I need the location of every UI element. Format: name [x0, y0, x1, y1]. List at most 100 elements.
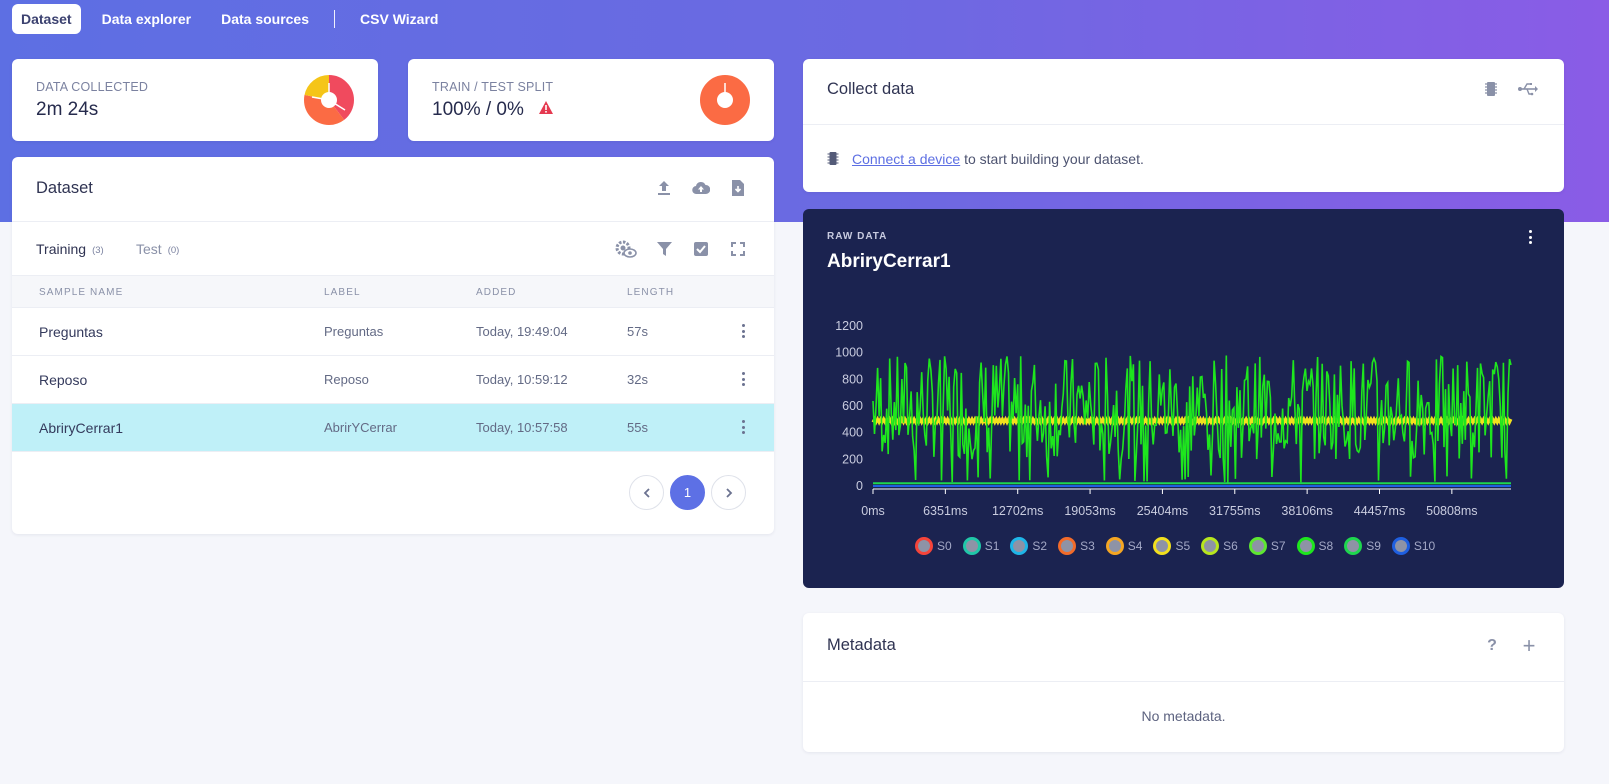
raw-data-title: AbriryCerrar1: [827, 251, 951, 272]
next-page-button[interactable]: [711, 475, 746, 510]
raw-data-card: RAW DATA AbriryCerrar1 1200 1000 800 600 400…: [803, 209, 1564, 588]
col-length[interactable]: LENGTH: [627, 287, 674, 298]
subtab-training-count: (3): [92, 244, 104, 256]
legend-label: S9: [1366, 539, 1381, 553]
collect-message-rest: to start building your dataset.: [960, 151, 1144, 167]
subtab-test-label: Test: [136, 241, 162, 257]
x-tick-label: 31755ms: [1209, 504, 1260, 518]
prev-page-button[interactable]: [629, 475, 664, 510]
no-metadata-text: No metadata.: [1141, 708, 1226, 724]
collect-data-card: Collect data Connect a device to start b…: [803, 59, 1564, 192]
row-added: Today, 10:57:58: [476, 420, 568, 435]
metadata-title: Metadata: [827, 636, 896, 654]
legend-item-S0[interactable]: S0: [915, 537, 952, 555]
legend-item-S8[interactable]: S8: [1296, 537, 1334, 555]
row-label: AbrirYCerrar: [324, 420, 397, 435]
dataset-card: Dataset Training (3) Test (0) SAMPLE NAME …: [12, 157, 774, 534]
split-donut-chart: [700, 75, 750, 125]
legend-dot: [1248, 537, 1267, 555]
col-added[interactable]: ADDED: [476, 287, 517, 298]
device-chip-icon[interactable]: [1480, 78, 1502, 100]
dataset-title: Dataset: [36, 179, 93, 197]
legend-item-S7[interactable]: S7: [1248, 537, 1286, 555]
download-file-icon[interactable]: [727, 177, 749, 199]
legend-label: S0: [937, 539, 952, 553]
collect-message: Connect a device to start building your …: [852, 151, 1144, 167]
tab-dataset[interactable]: Dataset: [12, 4, 81, 34]
table-row-selected[interactable]: AbriryCerrar1 AbrirYCerrar Today, 10:57:…: [12, 404, 774, 452]
usb-icon[interactable]: [1517, 78, 1539, 100]
legend-dot: [1010, 537, 1029, 555]
y-tick-label: 1200: [835, 319, 863, 333]
help-icon[interactable]: ?: [1481, 635, 1503, 657]
row-menu-icon[interactable]: [740, 324, 746, 338]
legend-dot: [1296, 537, 1315, 555]
train-test-split-card: TRAIN / TEST SPLIT 100% / 0%: [408, 59, 774, 141]
raw-data-chart: 1200 1000 800 600 400 200 0 0ms 6351ms 12702ms 190…: [835, 319, 1513, 518]
view-settings-icon[interactable]: [615, 238, 637, 260]
row-length: 57s: [627, 324, 648, 339]
y-tick-label: 800: [842, 372, 863, 386]
nav-divider: [334, 10, 336, 28]
table-header: SAMPLE NAME LABEL ADDED LENGTH: [12, 275, 774, 308]
cloud-upload-icon[interactable]: [690, 177, 712, 199]
legend-dot: [1153, 537, 1172, 555]
table-row[interactable]: Reposo Reposo Today, 10:59:12 32s: [12, 356, 774, 404]
legend-dot: [1058, 537, 1077, 555]
collect-data-title: Collect data: [827, 80, 915, 98]
connect-device-link[interactable]: Connect a device: [852, 151, 960, 167]
tab-csv-wizard[interactable]: CSV Wizard: [351, 4, 447, 34]
row-menu-icon[interactable]: [740, 420, 746, 434]
page-button-current[interactable]: 1: [670, 475, 705, 510]
filter-icon[interactable]: [653, 238, 675, 260]
legend-item-S5[interactable]: S5: [1153, 537, 1190, 555]
row-label: Reposo: [324, 372, 369, 387]
split-label: TRAIN / TEST SPLIT: [432, 80, 554, 94]
subtab-training[interactable]: Training (3): [36, 241, 104, 257]
row-added: Today, 10:59:12: [476, 372, 568, 387]
upload-icon[interactable]: [653, 177, 675, 199]
subtab-test-count: (0): [167, 244, 180, 256]
table-row[interactable]: Preguntas Preguntas Today, 19:49:04 57s: [12, 308, 774, 356]
legend-item-S6[interactable]: S6: [1201, 537, 1238, 555]
col-sample-name[interactable]: SAMPLE NAME: [39, 287, 123, 298]
add-icon[interactable]: +: [1518, 633, 1540, 658]
row-sample-name: Preguntas: [39, 324, 103, 340]
data-collected-card: DATA COLLECTED 2m 24s: [12, 59, 378, 141]
subtab-training-label: Training: [36, 241, 87, 257]
legend-item-S4[interactable]: S4: [1105, 537, 1143, 555]
x-tick-label: 19053ms: [1064, 504, 1115, 518]
expand-icon[interactable]: [727, 238, 749, 260]
legend-label: S4: [1127, 539, 1143, 553]
legend-label: S6: [1223, 539, 1238, 553]
subtab-test[interactable]: Test (0): [136, 241, 179, 257]
row-length: 32s: [627, 372, 648, 387]
legend-label: S2: [1032, 539, 1048, 553]
legend-label: S1: [984, 539, 1000, 553]
legend-item-S1[interactable]: S1: [962, 537, 1000, 555]
select-checkbox-icon[interactable]: [690, 238, 712, 260]
device-chip-icon: [827, 152, 839, 165]
legend-label: S5: [1175, 539, 1191, 553]
col-label[interactable]: LABEL: [324, 287, 361, 298]
chevron-left-icon: [643, 487, 650, 498]
y-tick-label: 400: [842, 426, 863, 440]
tab-data-explorer[interactable]: Data explorer: [93, 4, 200, 34]
legend-item-S9[interactable]: S9: [1344, 537, 1381, 555]
legend-item-S3[interactable]: S3: [1058, 537, 1095, 555]
x-tick-label: 38106ms: [1281, 504, 1332, 518]
legend-label: S8: [1318, 539, 1334, 553]
metadata-card: Metadata ? + No metadata.: [803, 613, 1564, 752]
top-nav: Dataset Data explorer Data sources CSV W…: [12, 4, 459, 34]
data-collected-value: 2m 24s: [36, 99, 99, 120]
warning-icon[interactable]: [539, 101, 554, 115]
row-added: Today, 19:49:04: [476, 324, 568, 339]
row-menu-icon[interactable]: [740, 372, 746, 386]
dataset-divider: [12, 221, 774, 222]
legend-item-S10[interactable]: S10: [1391, 537, 1435, 555]
tab-data-sources[interactable]: Data sources: [212, 4, 318, 34]
legend-dot: [1344, 537, 1363, 555]
collect-divider: [803, 124, 1564, 125]
raw-data-menu-icon[interactable]: [1527, 230, 1533, 244]
legend-item-S2[interactable]: S2: [1010, 537, 1047, 555]
